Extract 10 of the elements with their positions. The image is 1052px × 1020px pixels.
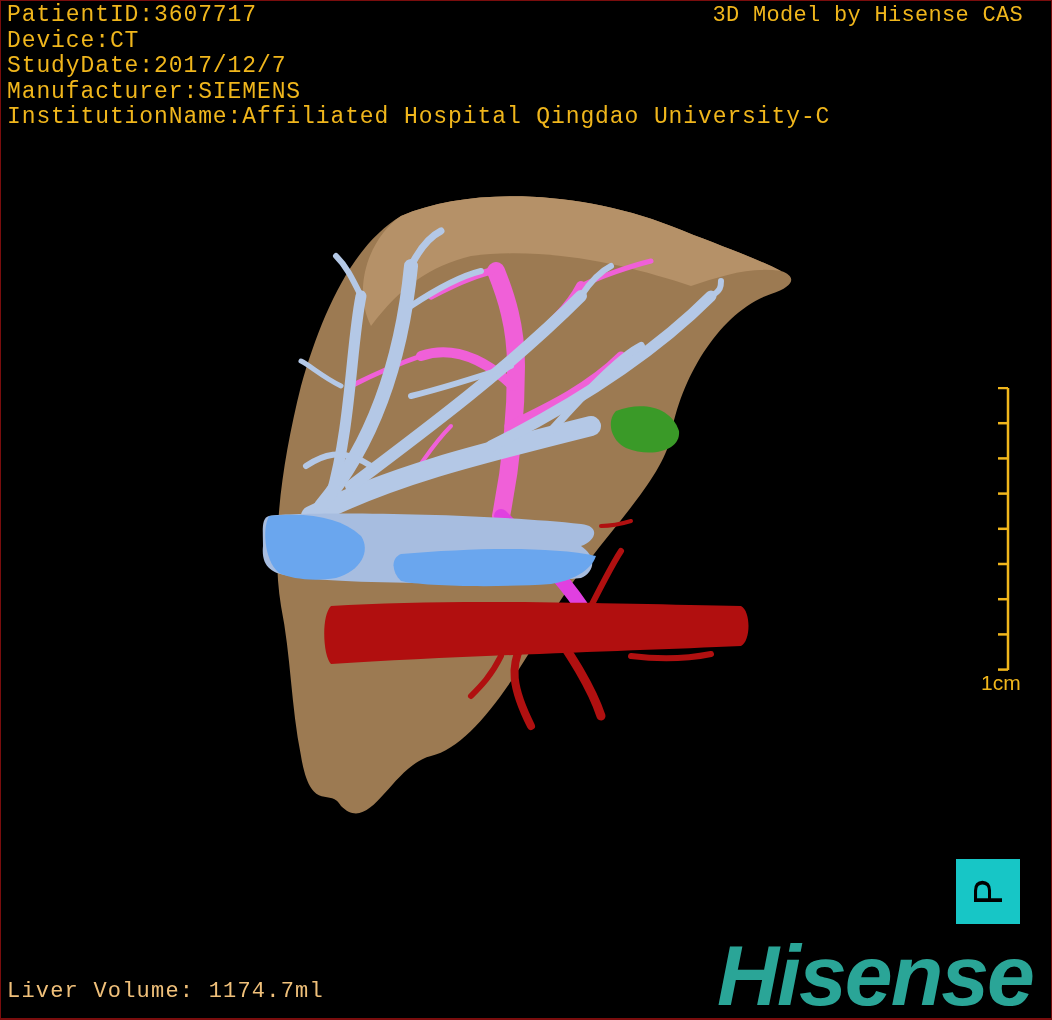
study-info-text: StudyDate:2017/12/7 [7, 54, 287, 80]
study-info-text: Device:CT [7, 28, 140, 54]
orientation-cube[interactable]: P [956, 859, 1020, 924]
study-info-text: InstitutionName:Affiliated Hospital Qingdao University-C [7, 105, 831, 131]
logo: Hisense [717, 927, 1033, 1018]
scale-label: 1cm [981, 671, 1021, 695]
model-credit-text: 3D Model by Hisense CAS [712, 3, 1023, 29]
liver-volume-text: Liver Volume: 1174.7ml [7, 978, 324, 1006]
study-info-text: PatientID:3607717 [7, 3, 257, 29]
study-info-text: Manufacturer:SIEMENS [7, 79, 302, 105]
